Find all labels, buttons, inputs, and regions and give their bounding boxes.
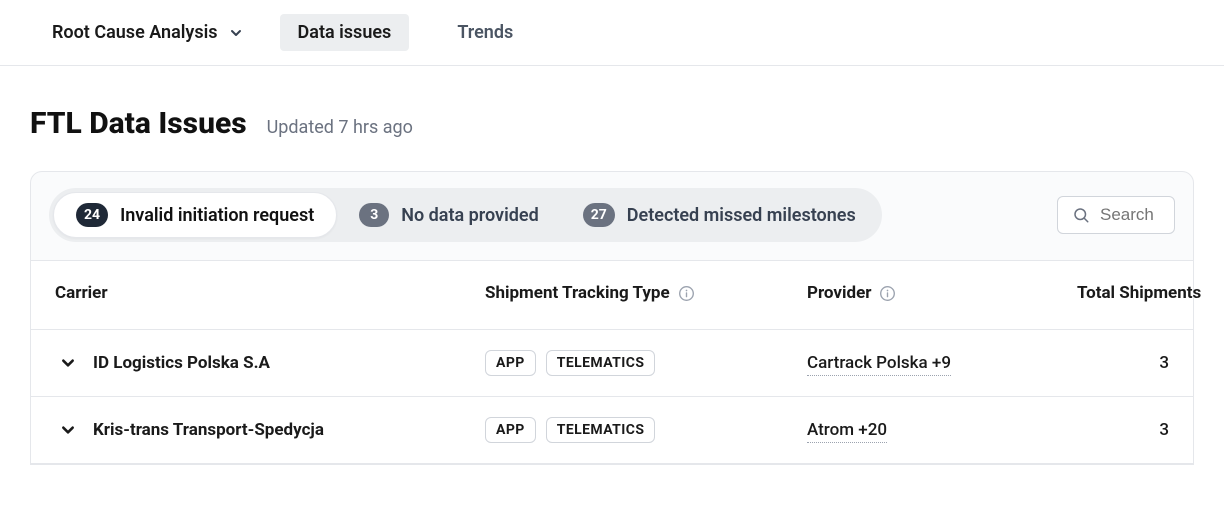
table-row: ID Logistics Polska S.A APP TELEMATICS C… bbox=[31, 330, 1193, 397]
info-icon[interactable] bbox=[879, 285, 896, 302]
root-cause-dropdown[interactable]: Root Cause Analysis bbox=[44, 18, 250, 47]
row-provider[interactable]: Cartrack Polska +9 bbox=[807, 353, 1077, 373]
filter-no-data[interactable]: 3 No data provided bbox=[337, 193, 560, 237]
filter-count: 24 bbox=[76, 203, 108, 227]
filter-label: No data provided bbox=[401, 205, 538, 226]
search-icon bbox=[1072, 206, 1090, 224]
col-header-tracking-label: Shipment Tracking Type bbox=[485, 283, 670, 303]
expand-icon[interactable] bbox=[55, 423, 75, 437]
col-header-total: Total Shipments bbox=[1077, 283, 1201, 303]
filter-pill-group: 24 Invalid initiation request 3 No data … bbox=[49, 188, 882, 242]
table: Carrier Shipment Tracking Type Provider … bbox=[31, 260, 1193, 464]
row-provider[interactable]: Atrom +20 bbox=[807, 420, 1077, 440]
tab-data-issues[interactable]: Data issues bbox=[280, 14, 410, 51]
tracking-tag: TELEMATICS bbox=[546, 350, 656, 376]
row-tracking: APP TELEMATICS bbox=[485, 417, 807, 443]
filter-missed-milestones[interactable]: 27 Detected missed milestones bbox=[561, 193, 878, 237]
tab-label: Trends bbox=[457, 22, 513, 43]
carrier-name: Kris-trans Transport-Spedycja bbox=[93, 420, 324, 440]
row-total: 3 bbox=[1077, 353, 1169, 373]
info-icon[interactable] bbox=[678, 285, 695, 302]
filter-count: 27 bbox=[583, 203, 615, 227]
tab-label: Data issues bbox=[298, 22, 392, 43]
table-row: Kris-trans Transport-Spedycja APP TELEMA… bbox=[31, 397, 1193, 464]
content-panel: 24 Invalid initiation request 3 No data … bbox=[30, 171, 1194, 465]
page-title: FTL Data Issues bbox=[30, 106, 247, 141]
top-nav: Root Cause Analysis Data issues Trends bbox=[0, 0, 1224, 66]
provider-text: Cartrack Polska +9 bbox=[807, 353, 951, 376]
expand-icon[interactable] bbox=[55, 356, 75, 370]
row-total: 3 bbox=[1077, 420, 1169, 440]
provider-text: Atrom +20 bbox=[807, 420, 887, 443]
filter-label: Invalid initiation request bbox=[120, 205, 314, 226]
tracking-tag: TELEMATICS bbox=[546, 417, 656, 443]
tracking-tag: APP bbox=[485, 417, 536, 443]
table-header: Carrier Shipment Tracking Type Provider … bbox=[31, 261, 1193, 330]
search-wrap[interactable] bbox=[1057, 196, 1175, 234]
col-header-carrier: Carrier bbox=[55, 283, 485, 303]
row-tracking: APP TELEMATICS bbox=[485, 350, 807, 376]
filter-count: 3 bbox=[359, 203, 389, 227]
chevron-down-icon bbox=[230, 27, 242, 39]
carrier-name: ID Logistics Polska S.A bbox=[93, 353, 270, 373]
filters-row: 24 Invalid initiation request 3 No data … bbox=[31, 188, 1193, 260]
tab-trends[interactable]: Trends bbox=[439, 14, 531, 51]
col-header-tracking: Shipment Tracking Type bbox=[485, 283, 807, 303]
filter-label: Detected missed milestones bbox=[627, 205, 856, 226]
row-carrier: Kris-trans Transport-Spedycja bbox=[55, 420, 485, 440]
search-input[interactable] bbox=[1100, 205, 1160, 225]
row-carrier: ID Logistics Polska S.A bbox=[55, 353, 485, 373]
filter-invalid-initiation[interactable]: 24 Invalid initiation request bbox=[53, 192, 337, 238]
tracking-tag: APP bbox=[485, 350, 536, 376]
page-header: FTL Data Issues Updated 7 hrs ago bbox=[0, 66, 1224, 171]
updated-timestamp: Updated 7 hrs ago bbox=[267, 117, 413, 138]
col-header-provider-label: Provider bbox=[807, 283, 871, 303]
root-cause-label: Root Cause Analysis bbox=[52, 22, 218, 43]
col-header-provider: Provider bbox=[807, 283, 1077, 303]
